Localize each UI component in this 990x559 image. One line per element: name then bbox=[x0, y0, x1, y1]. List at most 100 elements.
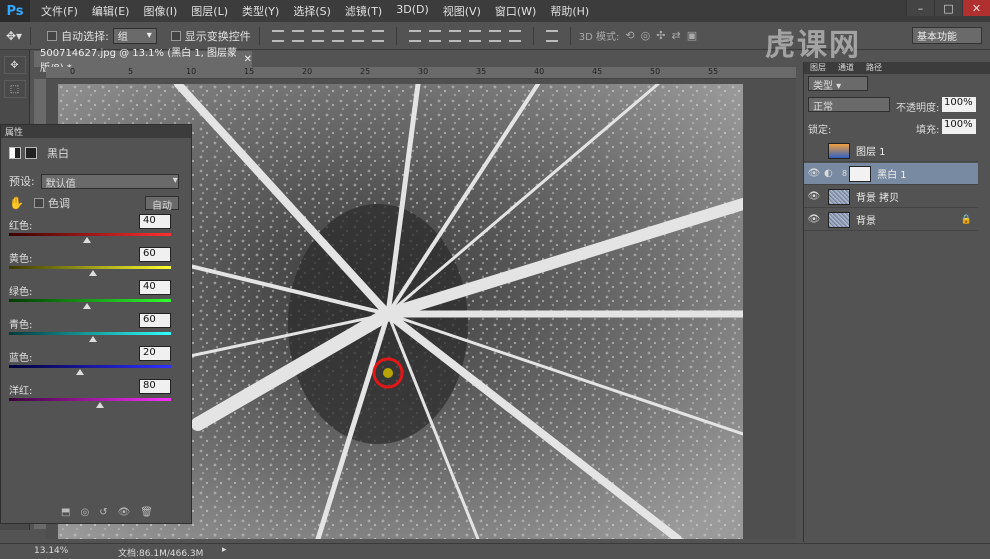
ruler-mark: 35 bbox=[476, 67, 487, 76]
maximize-button[interactable]: □ bbox=[934, 0, 962, 16]
3d-roll-icon[interactable]: ◎ bbox=[641, 29, 651, 42]
move-tool-icon[interactable]: ✥ bbox=[3, 56, 26, 74]
ruler-mark: 40 bbox=[534, 67, 545, 76]
layers-tabs: 图层 通道 路径 bbox=[804, 62, 990, 74]
layer-name: 图层 1 bbox=[856, 147, 886, 158]
kind-filter-dropdown[interactable]: 类型 ▾ bbox=[808, 76, 868, 92]
mask-icon[interactable] bbox=[25, 147, 37, 159]
close-button[interactable]: ✕ bbox=[962, 0, 990, 16]
menu-item-2[interactable]: 图像(I) bbox=[136, 3, 184, 19]
layers-tab-1[interactable]: 通道 bbox=[832, 62, 860, 74]
slider-thumb[interactable] bbox=[82, 303, 91, 309]
slider-track[interactable] bbox=[9, 299, 171, 302]
menu-item-0[interactable]: 文件(F) bbox=[34, 3, 85, 19]
distribute-top-icon[interactable] bbox=[408, 29, 421, 42]
tab-close-icon[interactable]: ✕ bbox=[244, 54, 252, 65]
move-tool-icon[interactable]: ✥▾ bbox=[6, 29, 22, 43]
3d-pan-icon[interactable]: ✣ bbox=[656, 29, 665, 42]
properties-header: 属性 bbox=[1, 125, 191, 138]
menu-item-6[interactable]: 滤镜(T) bbox=[338, 3, 389, 19]
menu-item-5[interactable]: 选择(S) bbox=[286, 3, 338, 19]
slider-value-input[interactable]: 40 bbox=[139, 214, 171, 229]
align-vcenter-icon[interactable] bbox=[291, 29, 304, 42]
distribute-left-icon[interactable] bbox=[468, 29, 481, 42]
slider-track[interactable] bbox=[9, 332, 171, 335]
fill-label: 填充: bbox=[916, 125, 940, 136]
menu-item-4[interactable]: 类型(Y) bbox=[235, 3, 286, 19]
slider-track[interactable] bbox=[9, 398, 171, 401]
auto-button[interactable]: 自动 bbox=[145, 196, 179, 212]
blend-mode-value: 正常 bbox=[813, 102, 833, 113]
opacity-input[interactable]: 100% bbox=[942, 97, 976, 112]
slider-value-input[interactable]: 60 bbox=[139, 247, 171, 262]
slider-thumb[interactable] bbox=[89, 270, 98, 276]
fill-value: 100% bbox=[944, 119, 973, 130]
distribute-vcenter-icon[interactable] bbox=[428, 29, 441, 42]
slider-thumb[interactable] bbox=[76, 369, 85, 375]
show-transform-checkbox[interactable] bbox=[170, 30, 181, 41]
visibility-icon[interactable]: 👁 bbox=[118, 507, 131, 518]
slider-thumb[interactable] bbox=[95, 402, 104, 408]
menu-item-7[interactable]: 3D(D) bbox=[389, 3, 436, 19]
menu-item-9[interactable]: 窗口(W) bbox=[488, 3, 543, 19]
tint-row: ✋ 色调 自动 bbox=[9, 195, 179, 212]
align-left-icon[interactable] bbox=[331, 29, 344, 42]
auto-align-icon[interactable] bbox=[545, 29, 558, 42]
3d-scale-icon[interactable]: ▣ bbox=[687, 29, 697, 42]
slider-value-input[interactable]: 80 bbox=[139, 379, 171, 394]
preset-dropdown[interactable]: 默认值 ▾ bbox=[40, 173, 179, 190]
layers-tab-0[interactable]: 图层 bbox=[804, 62, 832, 74]
distribute-right-icon[interactable] bbox=[508, 29, 521, 42]
reset-icon[interactable]: ↺ bbox=[99, 507, 107, 518]
distribute-bottom-icon[interactable] bbox=[448, 29, 461, 42]
auto-select-dropdown[interactable]: 组 ▾ bbox=[112, 27, 157, 44]
layer-row[interactable]: 👁 背景 🔒 bbox=[804, 209, 978, 231]
tint-checkbox[interactable] bbox=[33, 198, 44, 208]
minimize-button[interactable]: – bbox=[906, 0, 934, 16]
layer-row[interactable]: 👁 ◐ 8 黑白 1 bbox=[804, 163, 978, 185]
layer-thumbnail bbox=[828, 142, 850, 159]
eye-icon[interactable]: 👁 bbox=[804, 214, 824, 225]
view-previous-icon[interactable]: ◎ bbox=[80, 507, 89, 518]
slider-track[interactable] bbox=[9, 266, 171, 269]
layer-row[interactable]: 图层 1 bbox=[804, 140, 978, 162]
layer-mask-thumbnail[interactable] bbox=[849, 165, 872, 182]
blend-mode-dropdown[interactable]: 正常 bbox=[808, 97, 890, 113]
layer-row[interactable]: 👁 背景 拷贝 bbox=[804, 186, 978, 208]
eye-icon[interactable]: 👁 bbox=[804, 168, 824, 179]
hand-icon[interactable]: ✋ bbox=[9, 196, 24, 210]
menu-item-8[interactable]: 视图(V) bbox=[436, 3, 488, 19]
slider-track[interactable] bbox=[9, 233, 171, 236]
align-right-icon[interactable] bbox=[371, 29, 384, 42]
align-top-icon[interactable] bbox=[271, 29, 284, 42]
trash-icon[interactable]: 🗑 bbox=[140, 507, 153, 518]
align-hcenter-icon[interactable] bbox=[351, 29, 364, 42]
slider-track[interactable] bbox=[9, 365, 171, 368]
marquee-tool-icon[interactable]: ⬚ bbox=[3, 80, 26, 98]
slider-thumb[interactable] bbox=[89, 336, 98, 342]
zoom-level[interactable]: 13.14% bbox=[34, 546, 68, 556]
ruler-mark: 50 bbox=[650, 67, 661, 76]
menu-item-10[interactable]: 帮助(H) bbox=[543, 3, 596, 19]
distribute-hcenter-icon[interactable] bbox=[488, 29, 501, 42]
ruler-mark: 45 bbox=[592, 67, 603, 76]
slider-value-input[interactable]: 20 bbox=[139, 346, 171, 361]
workspace-dropdown[interactable]: 基本功能 bbox=[912, 27, 982, 44]
lock-label: 锁定: bbox=[808, 125, 832, 136]
ruler-mark: 15 bbox=[244, 67, 255, 76]
fill-input[interactable]: 100% bbox=[942, 119, 976, 134]
menu-item-1[interactable]: 编辑(E) bbox=[85, 3, 137, 19]
layers-tab-2[interactable]: 路径 bbox=[860, 62, 888, 74]
menu-item-3[interactable]: 图层(L) bbox=[184, 3, 235, 19]
align-bottom-icon[interactable] bbox=[311, 29, 324, 42]
slider-thumb[interactable] bbox=[82, 237, 91, 243]
document-tab[interactable]: 500714627.jpg @ 13.1% (黑白 1, 图层蒙版/8) * ✕ bbox=[34, 48, 252, 74]
auto-select-checkbox[interactable] bbox=[47, 30, 58, 41]
slider-value-input[interactable]: 60 bbox=[139, 313, 171, 328]
3d-rotate-icon[interactable]: ⟲ bbox=[625, 29, 634, 42]
clip-icon[interactable]: ⬒ bbox=[61, 507, 70, 518]
eye-icon[interactable]: 👁 bbox=[804, 191, 824, 202]
status-menu-icon[interactable]: ▸ bbox=[222, 545, 227, 555]
3d-slide-icon[interactable]: ⇄ bbox=[671, 29, 680, 42]
slider-value-input[interactable]: 40 bbox=[139, 280, 171, 295]
